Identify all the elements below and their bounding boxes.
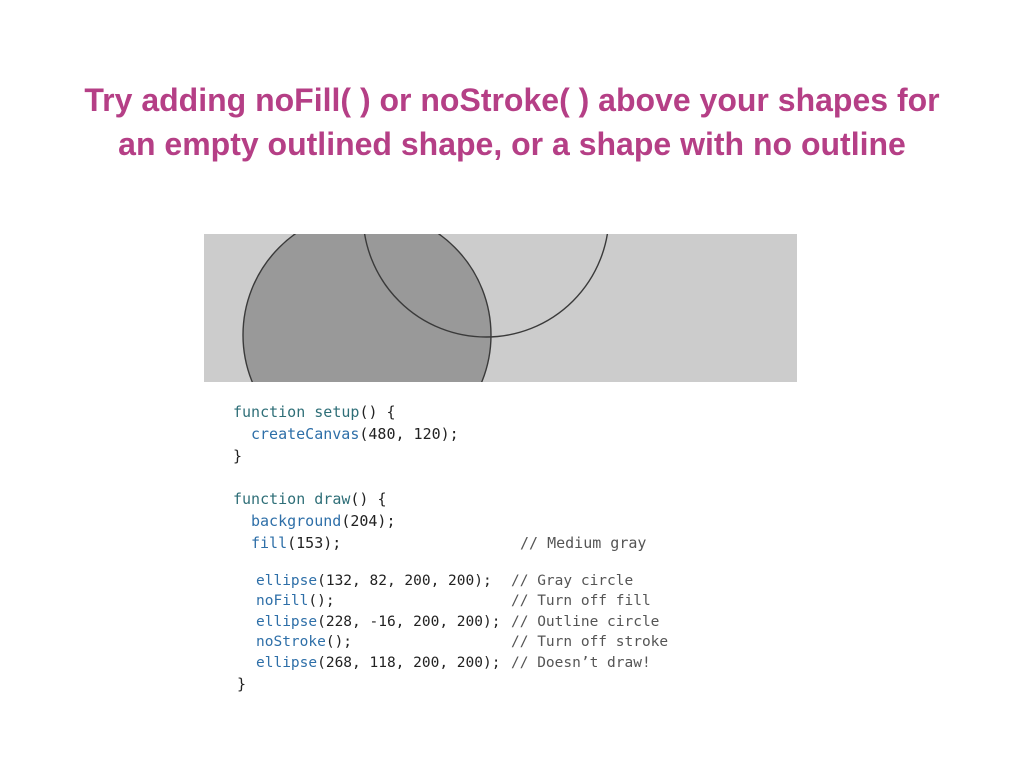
canvas-preview [204,234,797,382]
code-text: } [233,447,243,465]
code-text: (153); [287,534,342,552]
code-text: } [237,675,247,693]
function-call: background [251,512,342,530]
code-comment: // Outline circle [511,614,660,630]
code-line-setup-close: } [233,446,242,466]
function-name: setup [314,403,360,421]
code-line-ellipse-3: ellipse(268, 118, 200, 200); [256,653,500,673]
code-text: (228, -16, 200, 200); [317,614,501,630]
code-comment-nostroke: // Turn off stroke [511,632,668,652]
code-comment: // Turn off fill [511,593,651,609]
code-comment: // Doesn’t draw! [511,655,651,671]
keyword: function [233,490,306,508]
code-comment-ellipse-3: // Doesn’t draw! [511,653,651,673]
code-line-draw: function draw() { [233,489,387,509]
code-line-nofill: noFill(); [256,591,335,611]
gray-circle [242,234,492,382]
code-line-nostroke: noStroke(); [256,632,352,652]
code-comment-ellipse-1: // Gray circle [511,571,633,591]
function-call: ellipse [256,614,318,630]
function-call: ellipse [256,655,318,671]
code-text: (204); [341,512,396,530]
function-name: draw [314,490,351,508]
code-line-fill: fill(153); [251,533,341,553]
code-line-setup: function setup() { [233,402,396,422]
function-call: fill [251,534,288,552]
code-line-ellipse-1: ellipse(132, 82, 200, 200); [256,571,492,591]
code-comment: // Gray circle [511,573,634,589]
code-text: (268, 118, 200, 200); [317,655,501,671]
code-comment-fill: // Medium gray [520,533,646,553]
code-text: () { [359,403,396,421]
function-call: ellipse [256,573,318,589]
title-line-2: an empty outlined shape, or a shape with… [118,126,906,162]
keyword: function [233,403,306,421]
code-line-ellipse-2: ellipse(228, -16, 200, 200); [256,612,500,632]
function-call: createCanvas [251,425,360,443]
code-comment-nofill: // Turn off fill [511,591,651,611]
canvas-render [204,234,797,382]
code-text: (480, 120); [359,425,459,443]
code-text: (); [325,634,353,650]
code-line-background: background(204); [251,511,396,531]
code-text: (); [308,593,335,609]
code-line-draw-close: } [237,674,246,694]
slide: Try adding noFill( ) or noStroke( ) abov… [0,0,1024,768]
code-comment: // Medium gray [520,534,647,552]
function-call: noFill [256,593,309,609]
slide-title: Try adding noFill( ) or noStroke( ) abov… [0,78,1024,166]
function-call: noStroke [256,634,326,650]
code-comment: // Turn off stroke [511,634,669,650]
code-comment-ellipse-2: // Outline circle [511,612,659,632]
code-text: () { [350,490,387,508]
code-text: (132, 82, 200, 200); [317,573,492,589]
title-line-1: Try adding noFill( ) or noStroke( ) abov… [84,82,940,118]
code-line-create-canvas: createCanvas(480, 120); [251,424,459,444]
